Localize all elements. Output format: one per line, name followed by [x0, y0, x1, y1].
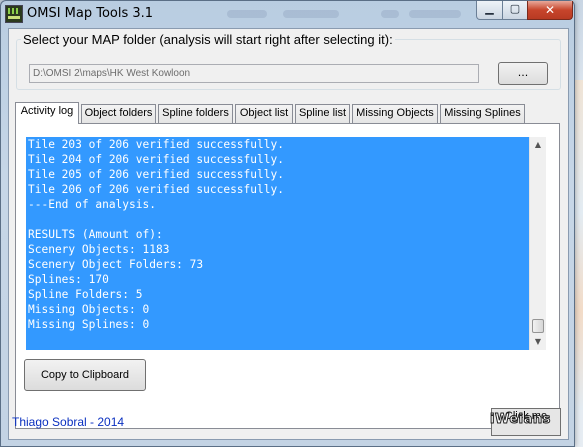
map-folder-label: Select your MAP folder (analysis will st…	[21, 32, 395, 47]
map-folder-path-field[interactable]: D:\OMSI 2\maps\HK West Kowloon	[29, 64, 479, 83]
log-line: Splines: 170	[28, 273, 109, 286]
title-bar[interactable]: OMSI Map Tools 3.1 ▁ ▢ ✕	[1, 1, 574, 27]
log-line: RESULTS (Amount of):	[28, 228, 163, 241]
maximize-icon: ▢	[509, 2, 521, 15]
watermark-logo: iWeians	[490, 412, 551, 428]
close-button[interactable]: ✕	[527, 1, 573, 20]
tab-spline-list[interactable]: Spline list	[295, 104, 350, 123]
log-line: ---End of analysis.	[28, 198, 156, 211]
close-icon: ✕	[544, 3, 556, 17]
tab-missing-objects[interactable]: Missing Objects	[352, 104, 438, 123]
author-credit: Thiago Sobral - 2014	[12, 415, 125, 429]
log-line: Tile 206 of 206 verified successfully.	[28, 183, 284, 196]
minimize-button[interactable]: ▁	[476, 1, 503, 20]
browse-button[interactable]: ...	[498, 62, 548, 85]
blurred-background-text	[409, 10, 461, 18]
scroll-down-arrow-icon[interactable]: ▼	[530, 334, 546, 350]
log-line: Tile 203 of 206 verified successfully.	[28, 138, 284, 151]
log-line: Tile 205 of 206 verified successfully.	[28, 168, 284, 181]
window-title: OMSI Map Tools 3.1	[27, 6, 154, 21]
log-scrollbar[interactable]: ▲ ▼	[529, 137, 546, 350]
minimize-icon: ▁	[485, 2, 494, 15]
activity-log-panel: Tile 203 of 206 verified successfully. T…	[15, 123, 560, 429]
blurred-background-text	[227, 10, 267, 18]
tab-spline-folders[interactable]: Spline folders	[158, 104, 233, 123]
log-line: Scenery Object Folders: 73	[28, 258, 204, 271]
copy-to-clipboard-button[interactable]: Copy to Clipboard	[24, 359, 146, 391]
log-line: Missing Objects: 0	[28, 303, 150, 316]
tab-object-folders[interactable]: Object folders	[81, 104, 156, 123]
log-line: Scenery Objects: 1183	[28, 243, 170, 256]
client-area: Select your MAP folder (analysis will st…	[8, 28, 569, 440]
scrollbar-thumb[interactable]	[532, 319, 544, 333]
activity-log-textbox[interactable]: Tile 203 of 206 verified successfully. T…	[26, 137, 529, 350]
maximize-button[interactable]: ▢	[502, 1, 528, 20]
app-icon	[5, 5, 23, 23]
blurred-background-text	[283, 10, 339, 18]
log-line: Tile 204 of 206 verified successfully.	[28, 153, 284, 166]
log-line: Spline Folders: 5	[28, 288, 143, 301]
tab-missing-splines[interactable]: Missing Splines	[440, 104, 525, 123]
scroll-up-arrow-icon[interactable]: ▲	[530, 137, 546, 153]
map-folder-group: Select your MAP folder (analysis will st…	[16, 32, 561, 90]
tab-activity-log[interactable]: Activity log	[15, 102, 79, 124]
app-window: OMSI Map Tools 3.1 ▁ ▢ ✕ Select your MAP…	[0, 0, 575, 447]
log-line: Missing Splines: 0	[28, 318, 150, 331]
tab-object-list[interactable]: Object list	[235, 104, 293, 123]
blurred-background-text	[381, 10, 399, 18]
